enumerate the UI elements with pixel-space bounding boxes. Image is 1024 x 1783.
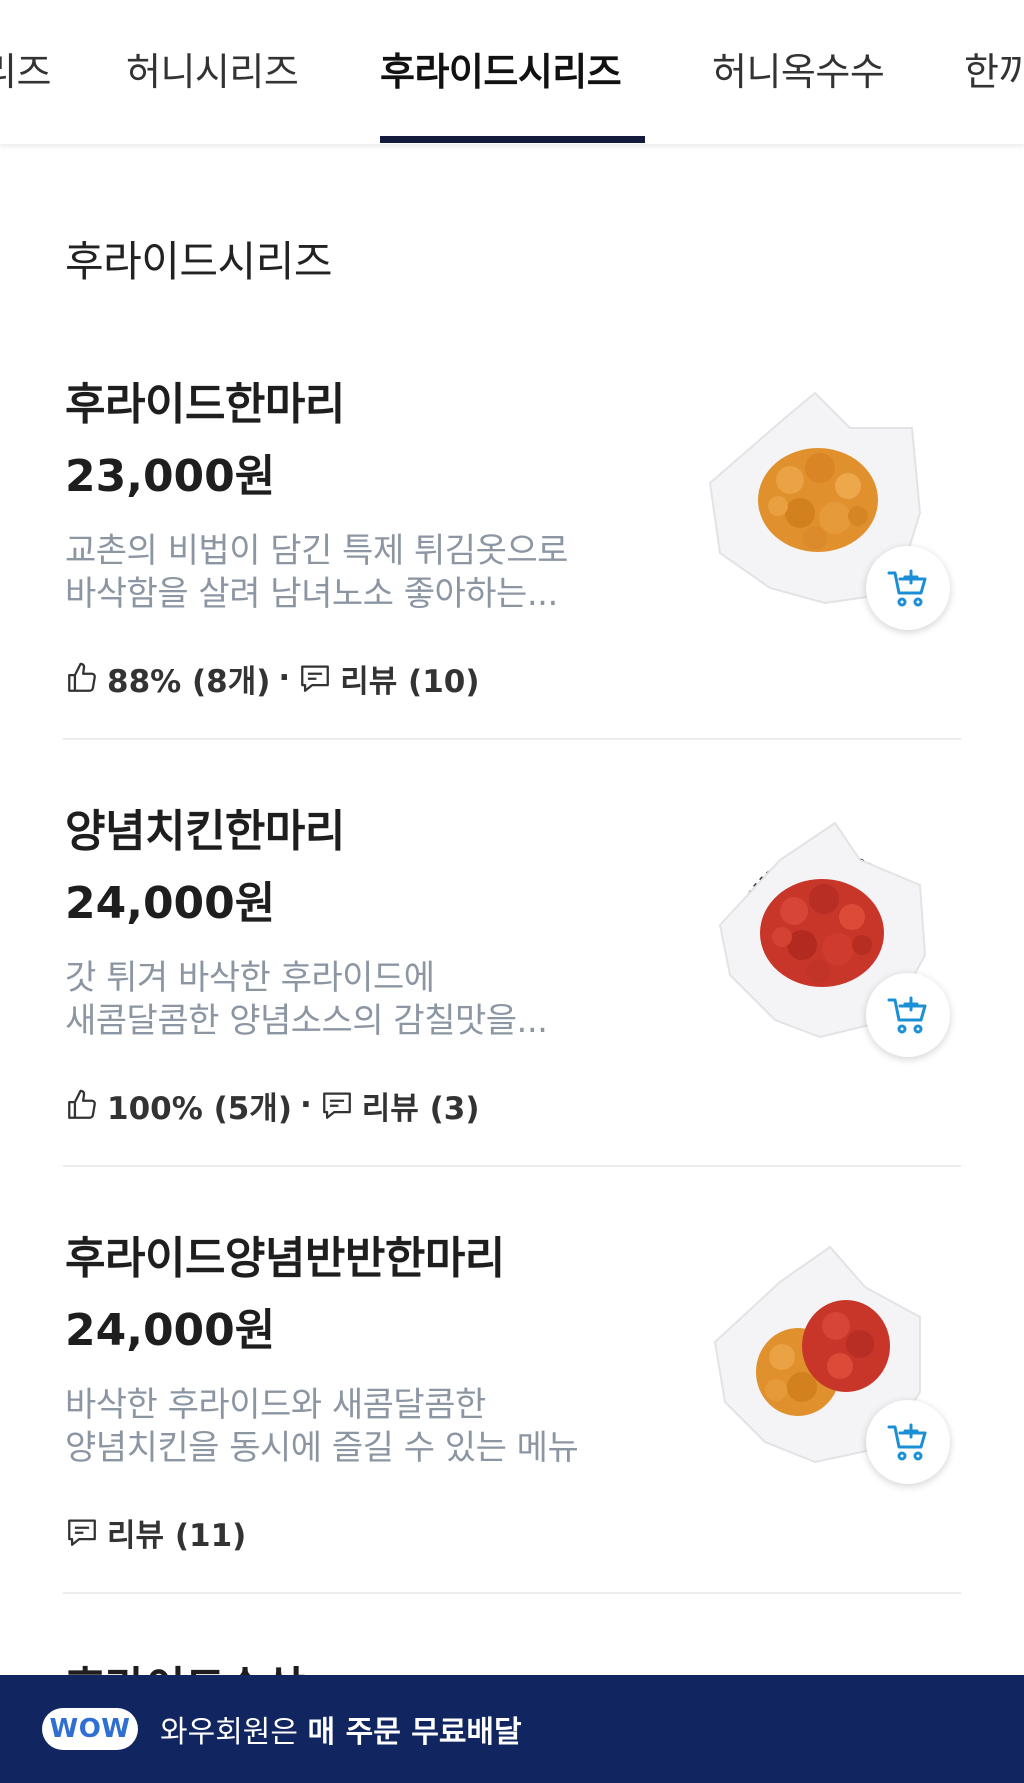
wow-badge: WOW — [42, 1708, 138, 1750]
banner-text: 와우회원은 매 주문 무료배달 — [160, 1707, 522, 1751]
tab-honey-corn[interactable]: 허니옥수수 — [712, 50, 885, 94]
banner-text-bold: 매 주문 무료배달 — [307, 1715, 522, 1750]
wow-badge-label: WOW — [49, 1714, 131, 1744]
add-to-cart-button[interactable] — [866, 973, 950, 1057]
cart-plus-icon — [887, 996, 927, 1034]
add-to-cart-button[interactable] — [866, 1400, 950, 1484]
description-line: 바삭한 후라이드와 새콤달콤한 — [65, 1385, 486, 1425]
description-line: 갓 튀겨 바삭한 후라이드에 — [65, 958, 435, 998]
menu-item[interactable]: 후라이드한마리 23,000원 교촌의 비법이 담긴 특제 튀김옷으로 바삭함을… — [0, 368, 1024, 795]
review-comment-icon — [322, 1092, 351, 1119]
item-description: 갓 튀겨 바삭한 후라이드에 새콤달콤한 양념소스의 감칠맛을... — [65, 957, 625, 1043]
tab-honey-series[interactable]: 허니시리즈 — [126, 50, 299, 94]
item-description: 교촌의 비법이 담긴 특제 튀김옷으로 바삭함을 살려 남녀노소 좋아하는... — [65, 530, 625, 616]
item-name: 후라이드한마리 — [65, 379, 345, 430]
rating-text: 100% (5개) — [107, 1090, 292, 1127]
review-comment-icon — [68, 1519, 96, 1546]
item-divider — [63, 738, 961, 740]
item-description: 바삭한 후라이드와 새콤달콤한 양념치킨을 동시에 즐길 수 있는 메뉴 — [65, 1384, 625, 1470]
tab-meal-partial[interactable]: 한끼 — [964, 50, 1024, 94]
item-name: 후라이드양념반반한마리 — [65, 1233, 505, 1284]
review-count[interactable]: 리뷰 (11) — [107, 1510, 246, 1555]
item-meta: 100% (5개) · 리뷰 (3) — [65, 1083, 480, 1128]
review-count[interactable]: 리뷰 (10) — [340, 656, 479, 701]
description-line: 바삭함을 살려 남녀노소 좋아하는... — [65, 574, 558, 614]
item-meta: 88% (8개) · 리뷰 (10) — [65, 656, 480, 701]
item-price: 23,000원 — [65, 451, 276, 502]
item-meta: 리뷰 (11) — [65, 1510, 246, 1555]
thumbs-up-icon — [68, 662, 96, 692]
add-to-cart-button[interactable] — [866, 546, 950, 630]
item-divider — [63, 1592, 961, 1594]
meta-separator: · — [300, 1087, 312, 1123]
category-tab-bar: 리즈 허니시리즈 후라이드시리즈 허니옥수수 한끼 — [0, 0, 1024, 144]
review-count[interactable]: 리뷰 (3) — [362, 1083, 480, 1128]
wow-membership-banner[interactable]: WOW 와우회원은 매 주문 무료배달 — [0, 1675, 1024, 1783]
review-comment-icon — [301, 665, 330, 692]
item-name: 양념치킨한마리 — [65, 806, 345, 857]
menu-item[interactable]: 후라이드양념반반한마리 24,000원 바삭한 후라이드와 새콤달콤한 양념치킨… — [0, 1222, 1024, 1649]
cart-plus-icon — [887, 1423, 927, 1461]
active-tab-indicator — [380, 136, 645, 143]
banner-text-normal: 와우회원은 — [160, 1715, 308, 1750]
description-line: 양념치킨을 동시에 즐길 수 있는 메뉴 — [65, 1428, 579, 1468]
description-line: 새콤달콤한 양념소스의 감칠맛을... — [65, 1001, 548, 1041]
tab-series-partial[interactable]: 리즈 — [0, 50, 51, 94]
meta-separator: · — [278, 660, 291, 696]
section-title: 후라이드시리즈 — [65, 237, 332, 286]
thumbs-up-icon — [68, 1089, 96, 1119]
tab-fried-series[interactable]: 후라이드시리즈 — [380, 50, 622, 94]
menu-item[interactable]: 양념치킨한마리 24,000원 갓 튀겨 바삭한 후라이드에 새콤달콤한 양념소… — [0, 795, 1024, 1222]
item-divider — [63, 1165, 961, 1167]
cart-plus-icon — [887, 569, 927, 607]
item-price: 24,000원 — [65, 1305, 276, 1356]
description-line: 교촌의 비법이 담긴 특제 튀김옷으로 — [65, 531, 568, 571]
rating-text: 88% (8개) — [107, 663, 271, 700]
item-price: 24,000원 — [65, 878, 276, 929]
